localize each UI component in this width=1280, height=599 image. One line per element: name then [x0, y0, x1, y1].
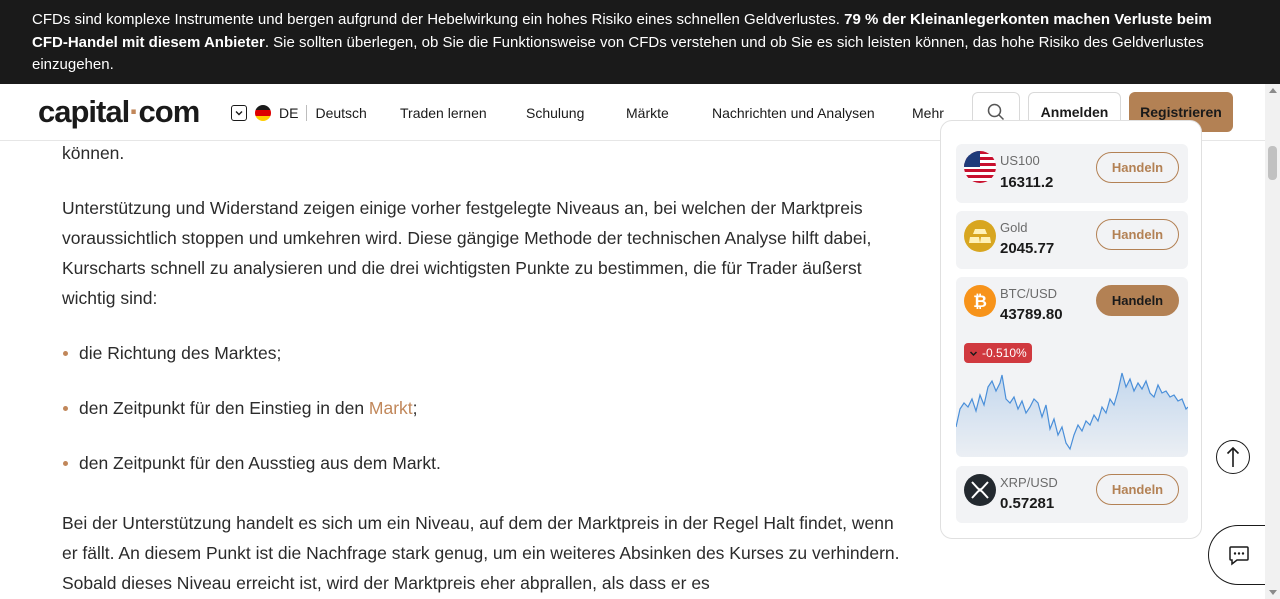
market-card-btcusd[interactable]: ₿ BTC/USD 43789.80 Handeln -0.510%	[956, 277, 1188, 457]
chat-button[interactable]	[1208, 525, 1268, 585]
xrp-icon	[964, 474, 996, 506]
btc-sparkline-chart	[956, 372, 1188, 457]
trade-button-xrpusd[interactable]: Handeln	[1096, 474, 1179, 505]
nav-maerkte[interactable]: Märkte	[626, 104, 669, 122]
markt-link[interactable]: Markt	[369, 398, 413, 418]
nav-nachrichten-analysen[interactable]: Nachrichten und Analysen	[712, 104, 875, 122]
nav-traden-lernen[interactable]: Traden lernen	[400, 104, 487, 122]
capital-com-logo[interactable]: capital·com	[38, 94, 200, 130]
asset-price: 43789.80	[1000, 306, 1063, 323]
scroll-to-top-button[interactable]	[1216, 440, 1250, 474]
article-paragraph: Unterstützung und Widerstand zeigen eini…	[62, 198, 872, 308]
nav-schulung[interactable]: Schulung	[526, 104, 584, 122]
market-card-gold[interactable]: Gold 2045.77 Handeln	[956, 211, 1188, 269]
language-name: Deutsch	[315, 105, 367, 121]
nav-mehr[interactable]: Mehr	[912, 104, 944, 122]
trade-button-gold[interactable]: Handeln	[1096, 219, 1179, 250]
scrollbar-thumb[interactable]	[1268, 146, 1277, 180]
scroll-down-arrow-icon[interactable]	[1269, 590, 1277, 595]
bullet-dot	[63, 406, 68, 411]
language-divider	[306, 105, 308, 121]
arrow-up-icon	[1226, 446, 1240, 467]
asset-price: 0.57281	[1000, 495, 1055, 512]
bullet-dot	[63, 351, 68, 356]
page-scrollbar[interactable]	[1265, 84, 1280, 599]
bullet-dot	[63, 461, 68, 466]
list-item: die Richtung des Marktes;	[62, 338, 912, 393]
asset-name: BTC/USD	[1000, 286, 1058, 301]
german-flag-icon	[255, 105, 271, 121]
chevron-down-icon	[969, 350, 978, 356]
us-flag-icon	[964, 151, 996, 183]
list-item: den Zeitpunkt für den Einstieg in den Ma…	[62, 393, 912, 448]
article-paragraph-tail: können.	[62, 143, 125, 163]
list-item: den Zeitpunkt für den Ausstieg aus dem M…	[62, 448, 912, 503]
risk-warning-banner: CFDs sind komplexe Instrumente und berge…	[0, 0, 1280, 84]
chat-bubble-icon	[1228, 546, 1249, 566]
chevron-down-icon	[231, 105, 247, 121]
asset-price: 2045.77	[1000, 240, 1055, 257]
trade-button-btcusd[interactable]: Handeln	[1096, 285, 1179, 316]
article-paragraph: Bei der Unterstützung handelt es sich um…	[62, 513, 900, 593]
trade-button-us100[interactable]: Handeln	[1096, 152, 1179, 183]
asset-name: XRP/USD	[1000, 475, 1058, 490]
svg-text:₿: ₿	[973, 292, 987, 311]
price-change-badge: -0.510%	[964, 343, 1032, 363]
market-widget: US100 16311.2 Handeln Gold 2045.77 Hande…	[940, 120, 1202, 539]
asset-name: Gold	[1000, 220, 1028, 235]
gold-icon	[964, 220, 996, 252]
language-code: DE	[279, 105, 299, 121]
price-change-value: -0.510%	[982, 346, 1027, 360]
risk-text-a: CFDs sind komplexe Instrumente und berge…	[32, 11, 845, 28]
search-icon	[987, 103, 1005, 121]
market-card-xrpusd[interactable]: XRP/USD 0.57281 Handeln	[956, 466, 1188, 523]
bitcoin-icon: ₿	[964, 285, 996, 317]
market-card-us100[interactable]: US100 16311.2 Handeln	[956, 144, 1188, 203]
language-selector[interactable]: DE Deutsch	[231, 104, 367, 122]
asset-price: 16311.2	[1000, 174, 1054, 191]
asset-name: US100	[1000, 153, 1040, 168]
article-bullet-list: die Richtung des Marktes; den Zeitpunkt …	[62, 338, 912, 503]
scroll-up-arrow-icon[interactable]	[1269, 88, 1277, 93]
